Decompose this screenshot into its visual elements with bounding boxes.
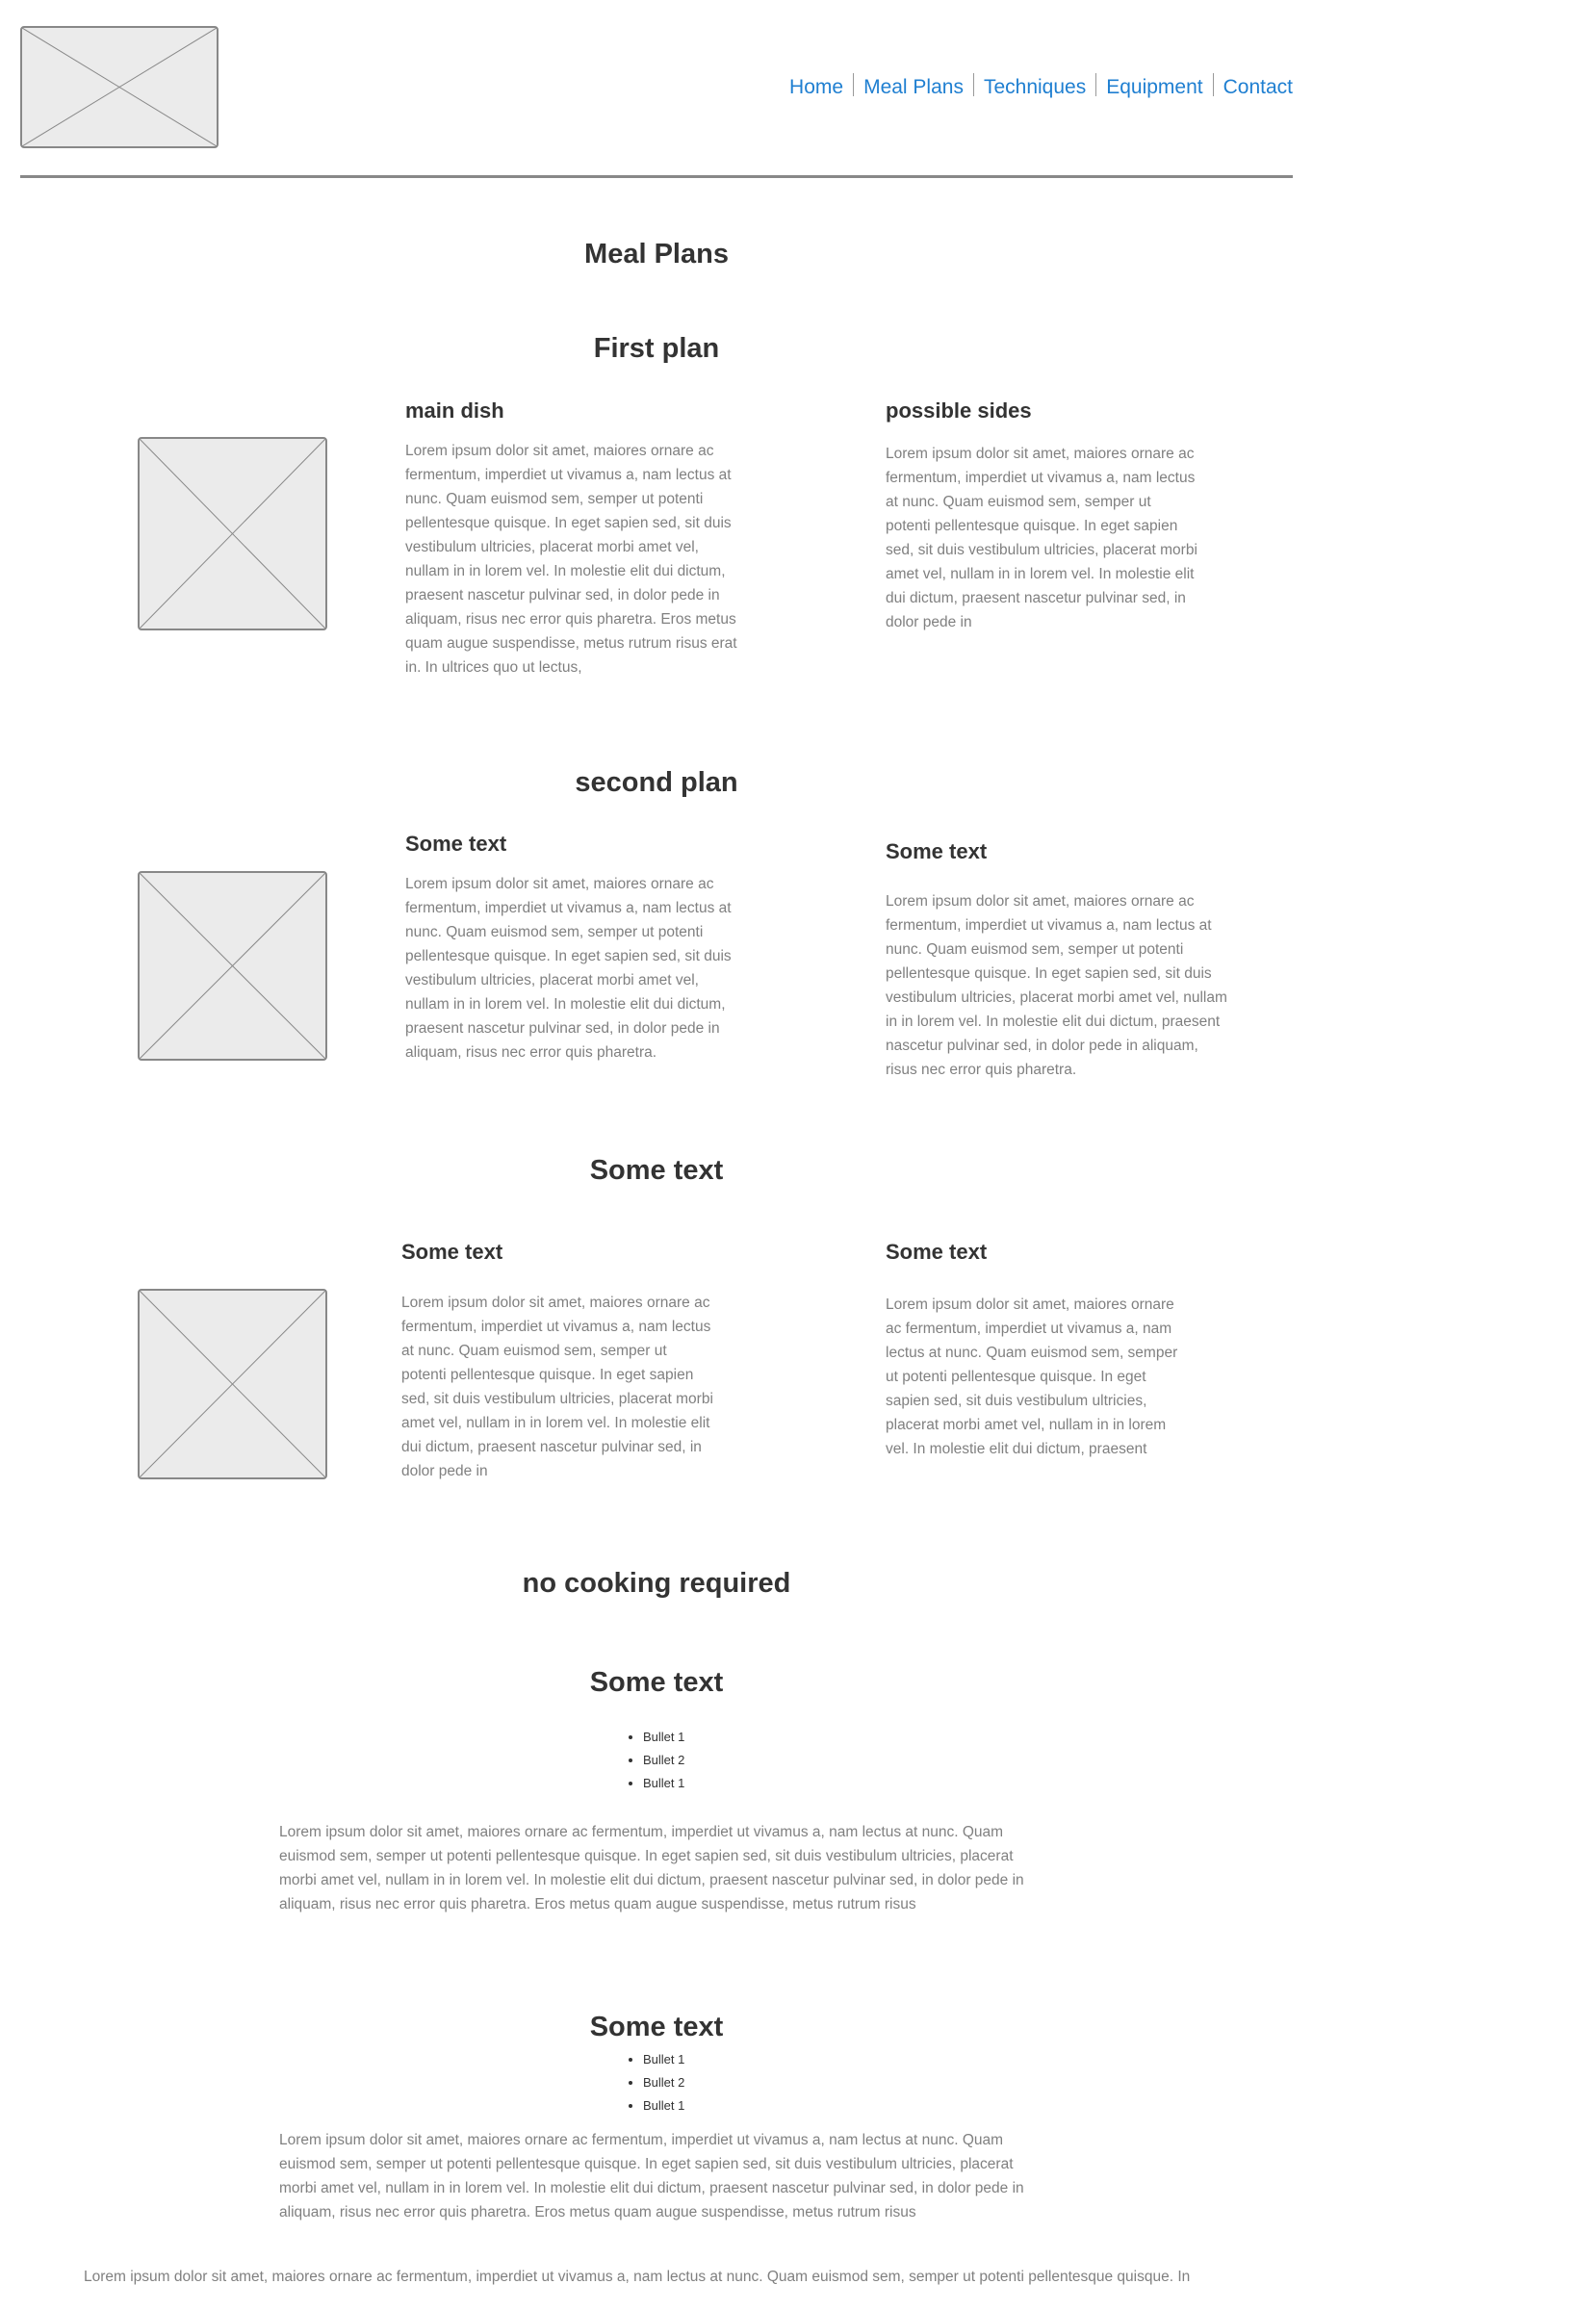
image-placeholder (138, 871, 327, 1061)
nav-divider (853, 73, 855, 96)
image-placeholder (138, 1289, 327, 1479)
nav-contact[interactable]: Contact (1223, 76, 1293, 99)
column-heading: Some text (405, 832, 507, 856)
section-title: no cooking required (522, 1568, 791, 1599)
column-heading: main dish (405, 398, 504, 423)
logo-image-placeholder[interactable] (20, 26, 219, 148)
nav-meal-plans[interactable]: Meal Plans (863, 76, 964, 99)
nav-equipment[interactable]: Equipment (1106, 76, 1202, 99)
column-body: Lorem ipsum dolor sit amet, maiores orna… (401, 1295, 713, 1479)
image-placeholder-icon (140, 873, 325, 1059)
nav-home[interactable]: Home (789, 76, 843, 99)
nav-techniques[interactable]: Techniques (984, 76, 1086, 99)
image-placeholder-icon (140, 439, 325, 629)
block-body: Lorem ipsum dolor sit amet, maiores orna… (279, 2132, 1024, 2220)
bullet-item: Bullet 1 (643, 1772, 684, 1795)
image-placeholder-icon (140, 1291, 325, 1477)
image-placeholder-icon (22, 28, 217, 146)
column-body: Lorem ipsum dolor sit amet, maiores orna… (405, 876, 732, 1061)
bullet-list: Bullet 1 Bullet 2 Bullet 1 (616, 1726, 684, 1795)
image-placeholder (138, 437, 327, 630)
block-body: Lorem ipsum dolor sit amet, maiores orna… (279, 1824, 1024, 1912)
column-body: Lorem ipsum dolor sit amet, maiores orna… (886, 446, 1197, 630)
section-title: Some text (589, 1155, 724, 1186)
column-heading: Some text (401, 1240, 503, 1264)
footer-text: Lorem ipsum dolor sit amet, maiores orna… (84, 2269, 1191, 2285)
block-heading: Some text (589, 1667, 724, 1698)
bullet-item: Bullet 1 (643, 1726, 684, 1749)
section-title: second plan (575, 767, 738, 798)
column-body: Lorem ipsum dolor sit amet, maiores orna… (405, 443, 737, 676)
main-nav: Home Meal Plans Techniques Equipment Con… (789, 73, 1293, 99)
nav-divider (1212, 73, 1214, 96)
nav-divider (1095, 73, 1097, 96)
page-title: Meal Plans (584, 239, 729, 270)
bullet-item: Bullet 2 (643, 2071, 684, 2094)
block-heading: Some text (589, 2012, 724, 2042)
column-heading: Some text (886, 839, 988, 863)
bullet-list: Bullet 1 Bullet 2 Bullet 1 (616, 2048, 684, 2118)
bullet-item: Bullet 2 (643, 1749, 684, 1772)
section-title: First plan (593, 333, 720, 364)
bullet-item: Bullet 1 (643, 2094, 684, 2118)
header-divider (20, 175, 1293, 178)
nav-divider (972, 73, 974, 96)
column-body: Lorem ipsum dolor sit amet, maiores orna… (886, 1296, 1178, 1457)
bullet-item: Bullet 1 (643, 2048, 684, 2071)
column-body: Lorem ipsum dolor sit amet, maiores orna… (886, 893, 1227, 1078)
column-heading: Some text (886, 1240, 988, 1264)
column-heading: possible sides (886, 398, 1032, 423)
